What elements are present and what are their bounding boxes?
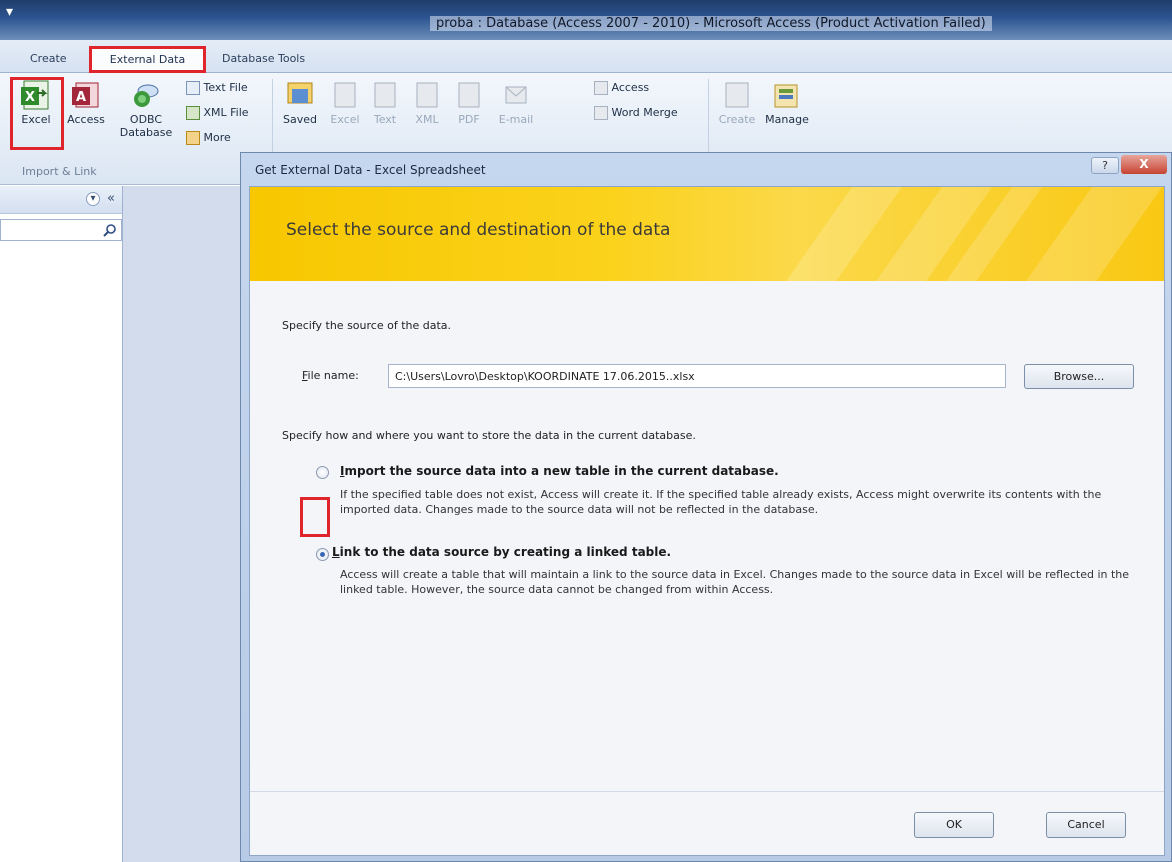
word-merge-label: Word Merge [611,106,678,119]
tab-external-data[interactable]: External Data [89,46,206,73]
access-window: ▾ proba : Database (Access 2007 - 2010) … [0,0,1172,862]
manage-replies-icon [774,84,798,108]
xml-file-icon [186,106,200,120]
link-option-radio[interactable] [316,548,329,561]
svg-text:A: A [76,90,86,105]
close-button[interactable]: X [1121,155,1167,174]
export-xml-button[interactable]: XML [410,79,444,126]
import-option-title-text: mport the source data into a new table i… [344,464,779,478]
export-access-label: Access [611,81,650,94]
saved-label: Saved [283,113,317,126]
link-option-title: Link to the data source by creating a li… [332,545,671,559]
text-file-label: Text File [203,81,248,94]
workspace-background [123,186,240,862]
xml-file-button[interactable]: XML File [186,106,249,120]
export-excel-label: Excel [330,113,360,126]
export-pdf-icon [458,82,480,108]
quick-access-dropdown[interactable]: ▾ [6,4,13,20]
export-email-button[interactable]: E-mail [494,79,538,126]
export-access-button[interactable]: Access [594,81,649,95]
import-option-radio[interactable] [316,466,329,479]
export-access-icon [594,81,608,95]
text-file-icon [186,81,200,95]
dialog-body: Select the source and destination of the… [249,186,1165,856]
export-text-button[interactable]: Text [368,79,402,126]
dialog-banner: Select the source and destination of the… [250,187,1164,281]
create-label: Create [718,113,756,126]
email-icon [505,86,527,104]
export-xml-label: XML [415,113,439,126]
file-name-label-text: ile name: [307,369,359,382]
file-name-input[interactable] [388,364,1006,388]
export-text-label: Text [373,113,397,126]
link-option-description: Access will create a table that will mai… [340,568,1130,596]
tab-database-tools[interactable]: Database Tools [222,52,305,65]
link-option-accesskey: L [332,545,340,559]
saved-exports-button[interactable]: Saved [280,79,320,126]
word-merge-button[interactable]: Word Merge [594,106,678,120]
link-option-highlight-box [300,497,330,537]
store-prompt: Specify how and where you want to store … [282,429,696,442]
nav-search-input[interactable] [0,219,122,241]
title-bar: ▾ proba : Database (Access 2007 - 2010) … [0,0,1172,40]
export-excel-icon [334,82,356,108]
link-option-title-text: ink to the data source by creating a lin… [339,545,672,559]
access-label: Access [67,113,105,126]
ok-button[interactable]: OK [914,812,994,838]
navigation-pane-header: ▾ « [0,186,122,214]
banner-title: Select the source and destination of the… [286,220,671,240]
word-merge-icon [594,106,608,120]
nav-collapse-icon[interactable]: « [107,191,115,206]
xml-file-label: XML File [203,106,249,119]
export-text-icon [374,82,396,108]
more-import-button[interactable]: More [186,131,231,145]
access-icon: A [72,82,99,108]
odbc-database-button[interactable]: ODBC Database [116,79,176,139]
excel-highlight-box [10,77,64,150]
get-external-data-dialog: Get External Data - Excel Spreadsheet ? … [240,152,1172,862]
file-name-label: File name: [302,369,359,382]
odbc-label-line1: ODBC [129,113,163,126]
create-email-button[interactable]: Create [716,79,758,126]
text-file-button[interactable]: Text File [186,81,248,95]
manage-label: Manage [765,113,809,126]
nav-dropdown-icon[interactable]: ▾ [86,192,100,206]
dialog-title: Get External Data - Excel Spreadsheet [255,163,486,177]
search-icon [103,224,116,237]
dialog-footer: OK Cancel [250,791,1164,855]
more-icon [186,131,200,145]
tab-create[interactable]: Create [30,52,67,65]
cancel-button[interactable]: Cancel [1046,812,1126,838]
window-title: proba : Database (Access 2007 - 2010) - … [430,16,992,31]
odbc-database-icon [134,84,159,107]
saved-exports-icon [287,82,313,104]
help-button[interactable]: ? [1091,157,1119,174]
source-prompt: Specify the source of the data. [282,319,452,332]
dialog-content: Specify the source of the data. File nam… [250,281,1164,791]
odbc-label-line2: Database [119,126,173,139]
access-import-button[interactable]: A Access [62,79,110,126]
browse-button[interactable]: Browse... [1024,364,1134,389]
create-email-icon [725,82,749,108]
import-option-title: Import the source data into a new table … [340,464,779,478]
export-excel-button[interactable]: Excel [328,79,362,126]
import-link-group-label: Import & Link [22,165,97,178]
manage-replies-button[interactable]: Manage [762,79,812,126]
navigation-pane: ▾ « [0,186,123,862]
more-label: More [203,131,231,144]
export-email-label: E-mail [498,113,534,126]
export-pdf-button[interactable]: PDF [452,79,486,126]
export-pdf-label: PDF [458,113,480,126]
export-xml-icon [416,82,438,108]
import-option-description: If the specified table does not exist, A… [340,488,1102,516]
